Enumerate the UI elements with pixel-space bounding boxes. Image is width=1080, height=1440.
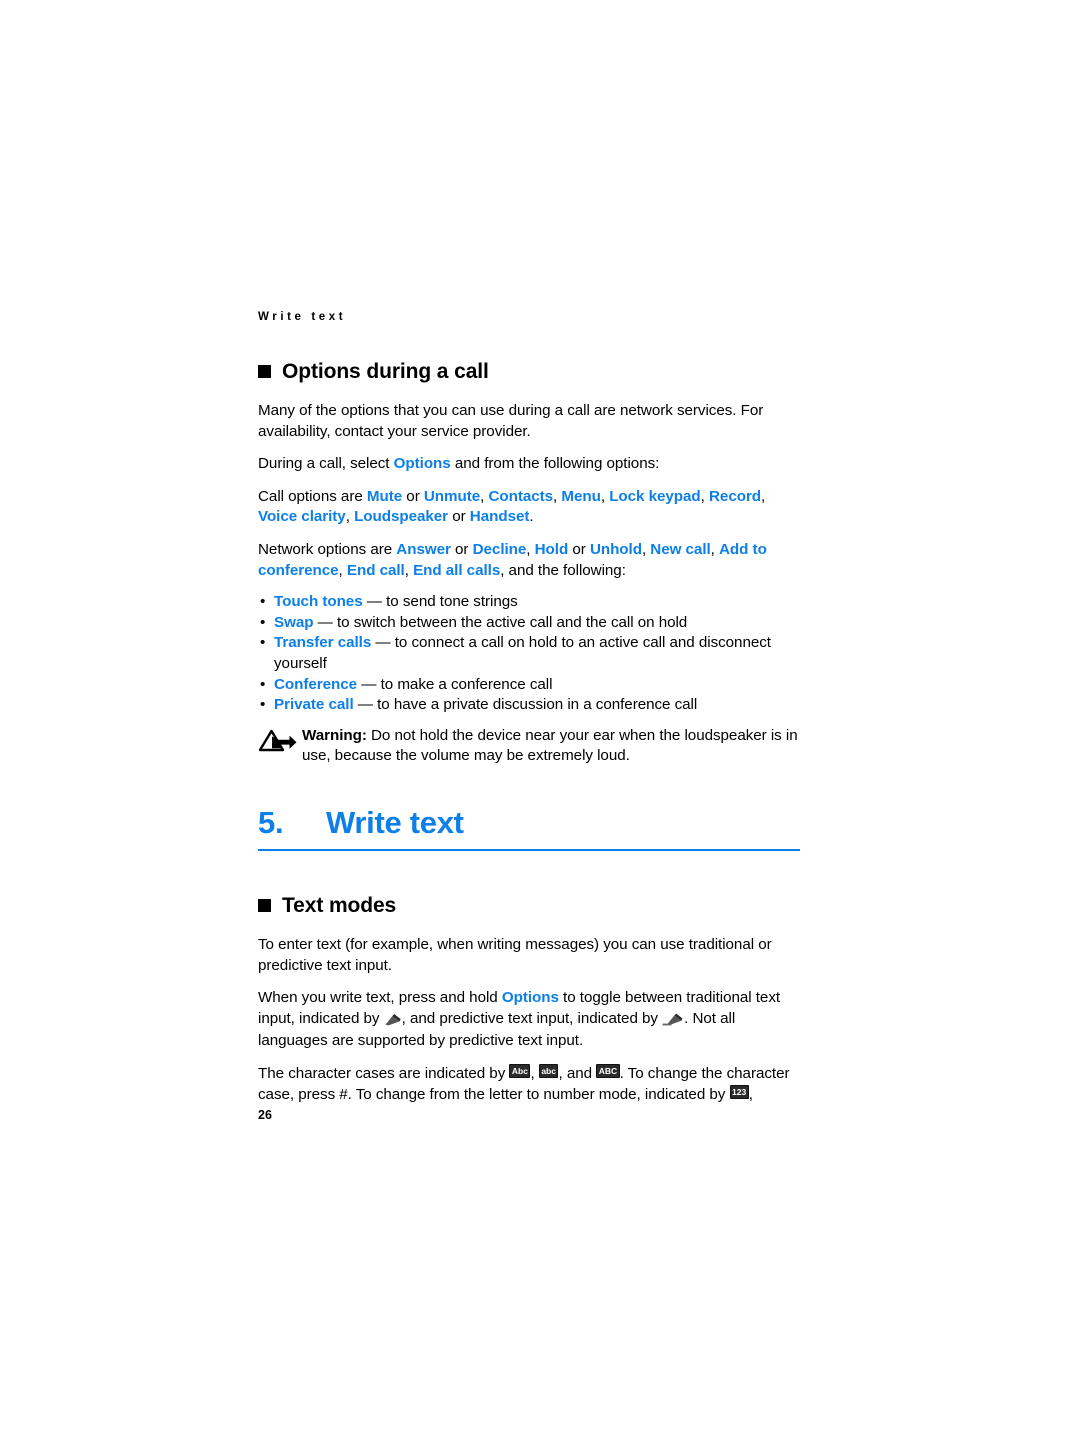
option-handset[interactable]: Handset bbox=[470, 508, 530, 525]
pen-with-bar-icon bbox=[662, 1011, 684, 1032]
warning-body: Do not hold the device near your ear whe… bbox=[302, 726, 798, 765]
paragraph-call-options: Call options are Mute or Unmute, Contact… bbox=[258, 487, 766, 526]
abc-badge-icon: Abc bbox=[509, 1064, 531, 1079]
network-options-prefix: Network options are bbox=[258, 541, 397, 559]
paragraph-text-modes-2: When you write text, press and hold Opti… bbox=[258, 988, 800, 1052]
option-private-call-desc: to have a private discussion in a confer… bbox=[377, 696, 698, 714]
option-unmute[interactable]: Unmute bbox=[424, 488, 480, 505]
paragraph-text-modes-1: To enter text (for example, when writing… bbox=[258, 936, 772, 974]
options-bullet-list: • Touch tones — to send tone strings • S… bbox=[258, 592, 800, 716]
option-end-all-calls[interactable]: End all calls bbox=[413, 562, 500, 579]
option-end-call[interactable]: End call bbox=[347, 562, 405, 579]
option-lock-keypad[interactable]: Lock keypad bbox=[609, 488, 701, 505]
list-item: • Conference — to make a conference call bbox=[258, 675, 800, 696]
option-conference[interactable]: Conference bbox=[274, 676, 357, 693]
option-touch-tones-desc: to send tone strings bbox=[386, 593, 518, 611]
para3-part2: , bbox=[530, 1065, 539, 1083]
running-header: Write text bbox=[258, 311, 347, 323]
option-transfer-calls[interactable]: Transfer calls bbox=[274, 634, 371, 651]
section-heading-label: Options during a call bbox=[282, 360, 489, 383]
para3-part1: The character cases are indicated by bbox=[258, 1065, 510, 1083]
list-item: • Private call — to have a private discu… bbox=[258, 695, 800, 716]
option-answer[interactable]: Answer bbox=[396, 541, 451, 558]
section-heading-label: Text modes bbox=[282, 894, 397, 917]
link-options[interactable]: Options bbox=[502, 989, 559, 1006]
list-item: • Swap — to switch between the active ca… bbox=[258, 613, 800, 634]
bullet-dot-icon: • bbox=[260, 634, 266, 652]
bullet-dot-icon: • bbox=[260, 696, 266, 714]
ABC-badge-icon: ABC bbox=[596, 1064, 620, 1079]
warning-text: Warning: Do not hold the device near you… bbox=[302, 726, 800, 767]
option-hold[interactable]: Hold bbox=[535, 541, 569, 558]
option-new-call[interactable]: New call bbox=[650, 541, 710, 558]
option-contacts[interactable]: Contacts bbox=[488, 488, 553, 505]
option-menu[interactable]: Menu bbox=[561, 488, 601, 505]
call-options-prefix: Call options are bbox=[258, 487, 367, 505]
warning-label: Warning: bbox=[302, 726, 367, 744]
warning-triangle-arrow-icon bbox=[258, 726, 302, 758]
option-voice-clarity[interactable]: Voice clarity bbox=[258, 508, 346, 525]
paragraph-network-options: Network options are Answer or Decline, H… bbox=[258, 541, 767, 579]
para3-part3: , and bbox=[558, 1065, 597, 1083]
option-conference-desc: to make a conference call bbox=[380, 675, 553, 693]
paragraph-intro: Many of the options that you can use dur… bbox=[258, 402, 764, 440]
bullet-dot-icon: • bbox=[260, 613, 266, 631]
option-decline[interactable]: Decline bbox=[473, 541, 527, 558]
list-item: • Transfer calls — to connect a call on … bbox=[258, 633, 800, 674]
number-mode-badge-icon: 123 bbox=[729, 1084, 749, 1099]
em-dash: — bbox=[317, 613, 333, 631]
section-heading-options-during-a-call: Options during a call bbox=[258, 360, 800, 383]
network-options-suffix: , and the following: bbox=[500, 561, 626, 579]
square-bullet-icon bbox=[258, 365, 271, 379]
page-content: Options during a call Many of the option… bbox=[258, 360, 800, 1117]
em-dash: — bbox=[361, 675, 377, 693]
option-swap[interactable]: Swap bbox=[274, 614, 314, 631]
pen-icon bbox=[384, 1011, 402, 1032]
chapter-number: 5. bbox=[258, 805, 284, 840]
section-heading-text-modes: Text modes bbox=[258, 894, 800, 917]
document-page: Write text Options during a call Many of… bbox=[258, 0, 800, 1440]
option-touch-tones[interactable]: Touch tones bbox=[274, 593, 363, 610]
option-record[interactable]: Record bbox=[709, 488, 761, 505]
list-item: • Touch tones — to send tone strings bbox=[258, 592, 800, 613]
para2-part3: , and predictive text input, indicated b… bbox=[401, 1009, 663, 1027]
paragraph-select-options: During a call, select Options and from t… bbox=[258, 454, 800, 475]
option-mute[interactable]: Mute bbox=[367, 488, 402, 505]
bullet-dot-icon: • bbox=[260, 675, 266, 693]
abc-lower-badge-icon: abc bbox=[538, 1064, 559, 1079]
option-loudspeaker[interactable]: Loudspeaker bbox=[354, 508, 448, 525]
bullet-dot-icon: • bbox=[260, 593, 266, 611]
link-options[interactable]: Options bbox=[394, 455, 451, 472]
option-unhold[interactable]: Unhold bbox=[590, 541, 642, 558]
option-private-call[interactable]: Private call bbox=[274, 696, 354, 713]
em-dash: — bbox=[366, 593, 382, 611]
paragraph-text-modes-3: The character cases are indicated by Abc… bbox=[258, 1064, 800, 1105]
para3-part5: , bbox=[748, 1085, 753, 1103]
chapter-title-label: Write text bbox=[326, 805, 464, 840]
em-dash: — bbox=[357, 696, 373, 714]
para2-part1: When you write text, press and hold bbox=[258, 989, 502, 1007]
em-dash: — bbox=[375, 634, 391, 652]
warning-note: Warning: Do not hold the device near you… bbox=[258, 726, 800, 767]
square-bullet-icon bbox=[258, 899, 271, 913]
select-suffix: and from the following options: bbox=[450, 455, 660, 473]
option-swap-desc: to switch between the active call and th… bbox=[337, 613, 688, 631]
chapter-title: 5. Write text bbox=[258, 805, 800, 851]
select-prefix: During a call, select bbox=[258, 455, 394, 473]
page-number: 26 bbox=[258, 1108, 272, 1122]
